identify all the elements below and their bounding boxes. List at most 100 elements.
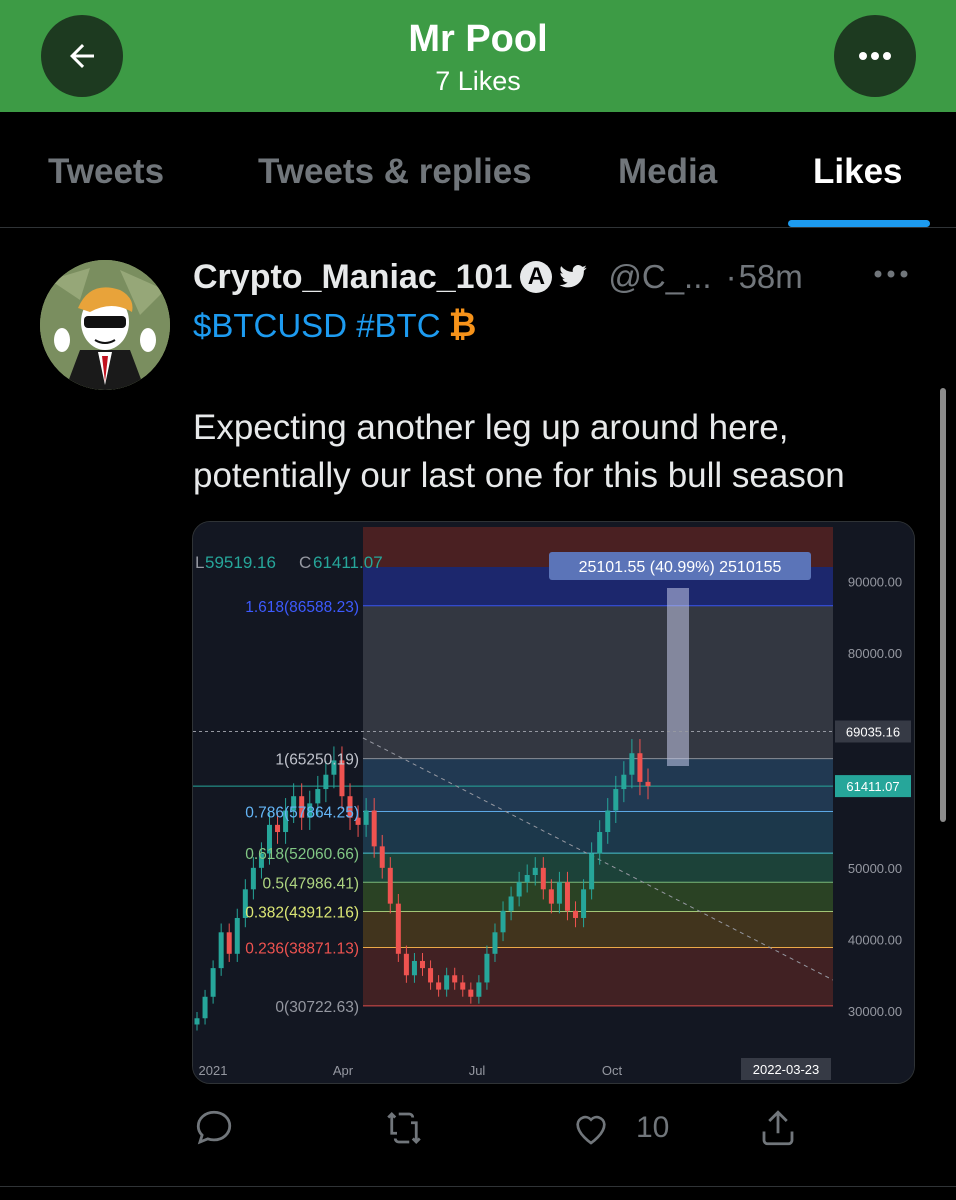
twitter-bird-icon bbox=[559, 265, 588, 288]
btc-chart: L 59519.16 C 61411.07 25101.55 (40.99%) 2510… bbox=[193, 522, 914, 1083]
candle bbox=[315, 789, 321, 804]
candle bbox=[540, 867, 546, 890]
y-tick-label: 30000.00 bbox=[848, 1004, 902, 1019]
author-handle[interactable]: @C_... bbox=[608, 258, 711, 296]
price-tag: 61411.07 bbox=[846, 779, 899, 794]
fib-label: 0.618(52060.66) bbox=[245, 846, 359, 863]
candle bbox=[210, 968, 216, 997]
scrollbar[interactable] bbox=[940, 388, 946, 822]
reply-button[interactable] bbox=[193, 1104, 235, 1152]
ohlc-low: 59519.16 bbox=[205, 553, 276, 572]
date-tag: 2022-03-23 bbox=[753, 1062, 820, 1077]
candle bbox=[548, 889, 554, 904]
candle bbox=[637, 753, 643, 782]
candle bbox=[420, 960, 425, 969]
tab-media[interactable]: Media bbox=[618, 152, 717, 192]
separator-dot: · bbox=[725, 258, 737, 295]
fib-label: 1(65250.19) bbox=[275, 752, 359, 769]
price-tag: 69035.16 bbox=[846, 724, 900, 739]
candle bbox=[532, 867, 538, 875]
ohlc-close: 61411.07 bbox=[313, 553, 383, 572]
likes-count: 7 Likes bbox=[435, 66, 521, 96]
profile-name: Mr Pool bbox=[408, 18, 548, 60]
like-button[interactable]: 10 bbox=[570, 1104, 669, 1152]
y-tick-label: 40000.00 bbox=[848, 932, 902, 947]
tweet-hashtags: $BTCUSD #BTC ₿ bbox=[193, 306, 476, 345]
candle bbox=[194, 1018, 200, 1025]
candle bbox=[395, 903, 401, 954]
measure-box bbox=[667, 588, 689, 766]
fib-label: 0.786(57864.25) bbox=[245, 805, 359, 822]
tweet-header: Crypto_Maniac_101 A @C_... · 58m bbox=[193, 255, 803, 299]
candle bbox=[444, 975, 450, 990]
tab-tweets-replies[interactable]: Tweets & replies bbox=[258, 152, 532, 192]
candle bbox=[516, 882, 522, 897]
y-tick-label: 50000.00 bbox=[848, 861, 902, 876]
fib-band bbox=[363, 947, 833, 1006]
candle bbox=[363, 810, 369, 825]
candle bbox=[234, 917, 240, 954]
retweet-button[interactable] bbox=[381, 1104, 427, 1152]
candle bbox=[508, 896, 514, 911]
heart-icon bbox=[576, 1115, 606, 1145]
candle bbox=[323, 774, 329, 790]
candle bbox=[275, 824, 281, 833]
candle bbox=[556, 882, 562, 904]
profile-tabs: Tweets Tweets & replies Media Likes bbox=[0, 112, 956, 228]
more-horizontal-icon bbox=[859, 52, 891, 60]
avatar[interactable] bbox=[40, 260, 170, 390]
candle bbox=[645, 781, 651, 787]
tab-tweets[interactable]: Tweets bbox=[48, 152, 164, 192]
like-count: 10 bbox=[636, 1111, 670, 1144]
author-name[interactable]: Crypto_Maniac_101 bbox=[193, 258, 512, 297]
candle bbox=[629, 753, 635, 775]
retweet-icon bbox=[387, 1112, 421, 1144]
active-tab-indicator bbox=[788, 220, 930, 227]
candle bbox=[202, 996, 208, 1019]
candle bbox=[468, 989, 474, 997]
candle bbox=[411, 960, 417, 976]
candle bbox=[621, 774, 627, 790]
tweet-chart-image[interactable]: L 59519.16 C 61411.07 25101.55 (40.99%) 2510… bbox=[192, 521, 915, 1084]
fib-label: 0.5(47986.41) bbox=[262, 875, 359, 892]
candle bbox=[403, 953, 409, 976]
tweet-more-icon[interactable] bbox=[872, 268, 910, 280]
candle bbox=[613, 789, 619, 811]
hashtag-links[interactable]: $BTCUSD #BTC bbox=[193, 307, 441, 345]
tab-likes[interactable]: Likes bbox=[813, 152, 903, 192]
candle bbox=[589, 853, 595, 890]
fib-band bbox=[363, 882, 833, 912]
candle bbox=[524, 875, 530, 883]
candle bbox=[581, 889, 587, 918]
y-tick-label: 90000.00 bbox=[848, 574, 902, 589]
fib-label: 0.236(38871.13) bbox=[245, 941, 359, 958]
reply-icon bbox=[196, 1110, 232, 1145]
x-tick-label: Apr bbox=[333, 1063, 354, 1078]
candle bbox=[597, 832, 603, 854]
tweet-time[interactable]: 58m bbox=[739, 258, 803, 296]
badge-a-icon: A bbox=[520, 261, 553, 293]
fib-label: 0(30722.63) bbox=[275, 999, 359, 1016]
candle bbox=[371, 810, 377, 847]
fib-band bbox=[363, 911, 833, 948]
candle bbox=[226, 932, 232, 954]
fib-label: 1.618(86588.23) bbox=[245, 599, 359, 616]
ohlc-low-label: L bbox=[195, 553, 204, 572]
x-tick-label: Oct bbox=[602, 1063, 623, 1078]
candle bbox=[387, 867, 393, 904]
fib-label: 0.382(43912.16) bbox=[245, 904, 359, 921]
fib-band bbox=[363, 605, 833, 759]
candle bbox=[436, 982, 442, 990]
candle bbox=[492, 932, 498, 954]
avatar-image bbox=[40, 260, 170, 390]
profile-header: Mr Pool 7 Likes bbox=[0, 0, 956, 112]
y-axis-bg bbox=[833, 522, 914, 1083]
candle bbox=[218, 932, 224, 969]
share-icon bbox=[762, 1110, 794, 1146]
share-button[interactable] bbox=[757, 1104, 799, 1152]
candle bbox=[476, 982, 482, 997]
candle bbox=[250, 867, 256, 890]
more-options-button[interactable] bbox=[834, 15, 916, 97]
fib-band bbox=[363, 853, 833, 883]
candle bbox=[452, 975, 458, 983]
